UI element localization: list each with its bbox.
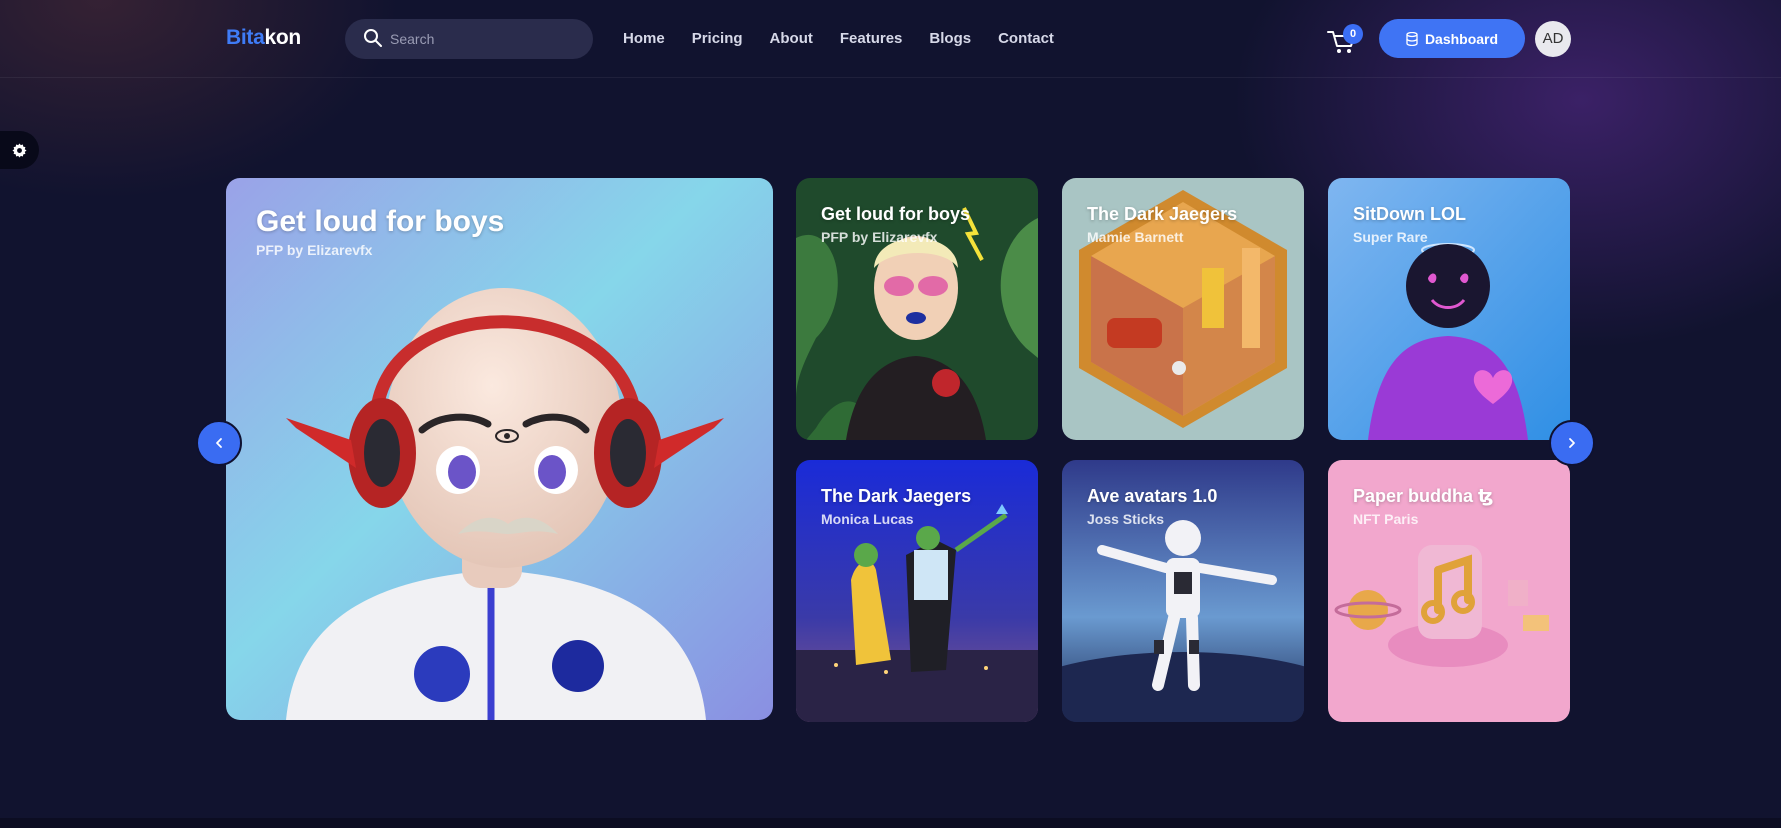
- gear-icon: [12, 143, 27, 158]
- footer-strip: [0, 818, 1781, 828]
- nft-card[interactable]: Get loud for boys PFP by Elizarevfx: [796, 178, 1038, 440]
- nft-card-title: SitDown LOL: [1353, 204, 1466, 224]
- nav-blogs[interactable]: Blogs: [929, 30, 971, 47]
- carousel-prev-button[interactable]: [196, 420, 242, 466]
- nft-card-subtitle: Mamie Barnett: [1087, 229, 1184, 245]
- featured-title: Get loud for boys: [256, 205, 505, 238]
- avatar[interactable]: AD: [1535, 21, 1571, 57]
- site-header: Bitakon Home Pricing About Features Blog…: [0, 0, 1781, 78]
- search-icon: [364, 29, 382, 47]
- nft-card-title: The Dark Jaegers: [1087, 204, 1238, 224]
- search-input[interactable]: [390, 19, 580, 59]
- nft-card-title: Ave avatars 1.0: [1087, 486, 1218, 506]
- nft-card-subtitle: Monica Lucas: [821, 511, 914, 527]
- nft-card[interactable]: The Dark Jaegers Monica Lucas: [796, 460, 1038, 722]
- nft-card-subtitle: Joss Sticks: [1087, 511, 1165, 527]
- cart-count-badge: 0: [1343, 24, 1363, 44]
- nft-card[interactable]: SitDown LOL Super Rare: [1328, 178, 1570, 440]
- nft-card-title: Paper buddha ꜩ: [1353, 486, 1494, 506]
- search-box: [345, 19, 593, 59]
- nft-card-title: Get loud for boys: [821, 204, 971, 224]
- nft-card[interactable]: The Dark Jaegers Mamie Barnett: [1062, 178, 1304, 440]
- nft-card-subtitle: NFT Paris: [1353, 511, 1419, 527]
- carousel-next-button[interactable]: [1549, 420, 1595, 466]
- nft-card[interactable]: Paper buddha ꜩ NFT Paris: [1328, 460, 1570, 722]
- nav-about[interactable]: About: [770, 30, 813, 47]
- nav-pricing[interactable]: Pricing: [692, 30, 743, 47]
- nav-home[interactable]: Home: [623, 30, 665, 47]
- nav-contact[interactable]: Contact: [998, 30, 1054, 47]
- nft-card-subtitle: Super Rare: [1353, 229, 1428, 245]
- settings-toggle[interactable]: [0, 131, 39, 169]
- featured-nft-card[interactable]: Get loud for boys PFP by Elizarevfx: [226, 178, 773, 720]
- nav-features[interactable]: Features: [840, 30, 903, 47]
- nft-card-subtitle: PFP by Elizarevfx: [821, 229, 938, 245]
- chevron-left-icon: [216, 438, 222, 448]
- brand-logo[interactable]: Bitakon: [226, 26, 301, 50]
- nft-card[interactable]: Ave avatars 1.0 Joss Sticks: [1062, 460, 1304, 722]
- main-nav: Home Pricing About Features Blogs Contac…: [623, 30, 1081, 47]
- dashboard-button[interactable]: Dashboard: [1379, 19, 1525, 58]
- database-icon: [1406, 31, 1418, 46]
- featured-subtitle: PFP by Elizarevfx: [256, 242, 373, 258]
- nft-card-title: The Dark Jaegers: [821, 486, 972, 506]
- dashboard-button-label: Dashboard: [1424, 30, 1499, 47]
- featured-nft-image: [226, 178, 773, 720]
- chevron-right-icon: [1569, 438, 1575, 448]
